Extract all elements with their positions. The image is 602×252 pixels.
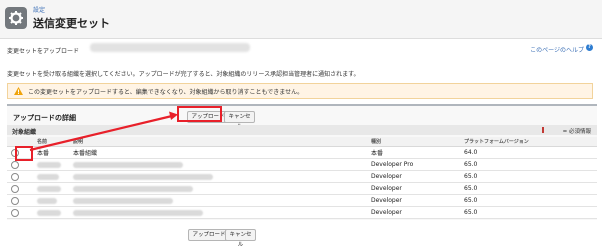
- gear-icon: [5, 7, 27, 29]
- table-row[interactable]: Developer Pro 65.0: [7, 158, 597, 171]
- cancel-button-top[interactable]: キャンセル: [224, 111, 255, 130]
- redacted-name: [37, 185, 61, 192]
- type-cell: Developer: [367, 194, 460, 207]
- upload-detail-section: アップロードの詳細 アップロード キャンセル 対象組織 = 必須情報 名前 説明…: [7, 104, 597, 220]
- version-cell: 65.0: [460, 194, 597, 207]
- redacted-description: [73, 173, 213, 180]
- help-link[interactable]: このページのヘルプ: [530, 45, 584, 54]
- version-cell: 65.0: [460, 158, 597, 171]
- table-row[interactable]: Developer 65.0: [7, 194, 597, 207]
- column-header-type: 種別: [367, 137, 460, 147]
- required-info-text: = 必須情報: [562, 129, 591, 135]
- description-text: 変更セットを受け取る組織を選択してください。アップロードが完了すると、対象組織の…: [7, 71, 360, 78]
- type-cell: Developer Pro: [367, 158, 460, 171]
- column-header-description: 説明: [69, 137, 367, 147]
- redacted-description: [73, 209, 203, 216]
- target-org-label: 対象組織: [12, 129, 37, 136]
- description-cell: [69, 206, 367, 219]
- type-cell: 本番: [367, 146, 460, 159]
- select-cell[interactable]: [7, 182, 33, 195]
- redacted-name: [37, 209, 61, 216]
- select-cell[interactable]: [7, 170, 33, 183]
- description-cell: 本番組織: [69, 146, 367, 159]
- table-row[interactable]: Developer 65.0: [7, 170, 597, 183]
- breadcrumb[interactable]: 設定: [33, 5, 45, 14]
- type-cell: Developer: [367, 170, 460, 183]
- redacted-description: [73, 197, 173, 204]
- version-cell: 65.0: [460, 206, 597, 219]
- redacted-description: [73, 161, 183, 168]
- version-cell: 64.0: [460, 146, 597, 159]
- cancel-button-bottom[interactable]: キャンセル: [225, 229, 256, 248]
- table-header-row: 名前 説明 種別 プラットフォームバージョン: [7, 137, 597, 147]
- org-radio[interactable]: [11, 208, 19, 217]
- warning-banner: この変更セットをアップロードすると、編集できなくなり、対象組織から取り消すことも…: [7, 83, 593, 99]
- page-title: 送信変更セット: [33, 17, 110, 30]
- name-cell: [33, 182, 69, 195]
- warning-text: この変更セットをアップロードすると、編集できなくなり、対象組織から取り消すことも…: [28, 89, 304, 96]
- radio-highlight: [15, 146, 33, 161]
- change-set-name-redacted: [90, 43, 250, 52]
- page-header: 設定 送信変更セット: [0, 0, 602, 39]
- description-cell: [69, 194, 367, 207]
- column-header-name: 名前: [33, 137, 69, 147]
- redacted-name: [37, 173, 59, 180]
- table-row[interactable]: Developer 65.0: [7, 206, 597, 219]
- redacted-name: [37, 161, 61, 168]
- select-cell[interactable]: [7, 194, 33, 207]
- detail-title: アップロードの詳細: [13, 114, 76, 122]
- version-cell: 65.0: [460, 182, 597, 195]
- page: 設定 送信変更セット 変更セットをアップロード このページのヘルプ ? 変更セッ…: [0, 0, 602, 252]
- upload-button-bottom[interactable]: アップロード: [188, 229, 230, 241]
- org-radio[interactable]: [11, 160, 19, 169]
- name-cell: [33, 206, 69, 219]
- type-cell: Developer: [367, 182, 460, 195]
- upload-heading: 変更セットをアップロード: [7, 48, 80, 55]
- help-icon[interactable]: ?: [586, 44, 593, 51]
- upload-button-highlight: [177, 106, 222, 122]
- org-radio[interactable]: [11, 184, 19, 193]
- required-marker: [542, 127, 544, 133]
- version-cell: 65.0: [460, 170, 597, 183]
- table-row[interactable]: 本番 本番組織 本番 64.0: [7, 146, 597, 159]
- description-cell: [69, 182, 367, 195]
- description-cell: [69, 158, 367, 171]
- warning-icon: [14, 87, 23, 95]
- org-radio[interactable]: [11, 172, 19, 181]
- type-cell: Developer: [367, 206, 460, 219]
- target-org-section-bar: 対象組織 = 必須情報: [7, 125, 597, 136]
- description-cell: [69, 170, 367, 183]
- table-row[interactable]: Developer 65.0: [7, 182, 597, 195]
- redacted-name: [37, 197, 57, 204]
- name-cell: [33, 194, 69, 207]
- name-cell: 本番: [33, 146, 69, 159]
- name-cell: [33, 170, 69, 183]
- target-org-table: 名前 説明 種別 プラットフォームバージョン 本番 本番組織 本番 64.0 D…: [7, 137, 597, 219]
- select-cell[interactable]: [7, 206, 33, 219]
- redacted-description: [73, 185, 193, 192]
- name-cell: [33, 158, 69, 171]
- column-header-platform-version: プラットフォームバージョン: [460, 137, 597, 147]
- org-radio[interactable]: [11, 196, 19, 205]
